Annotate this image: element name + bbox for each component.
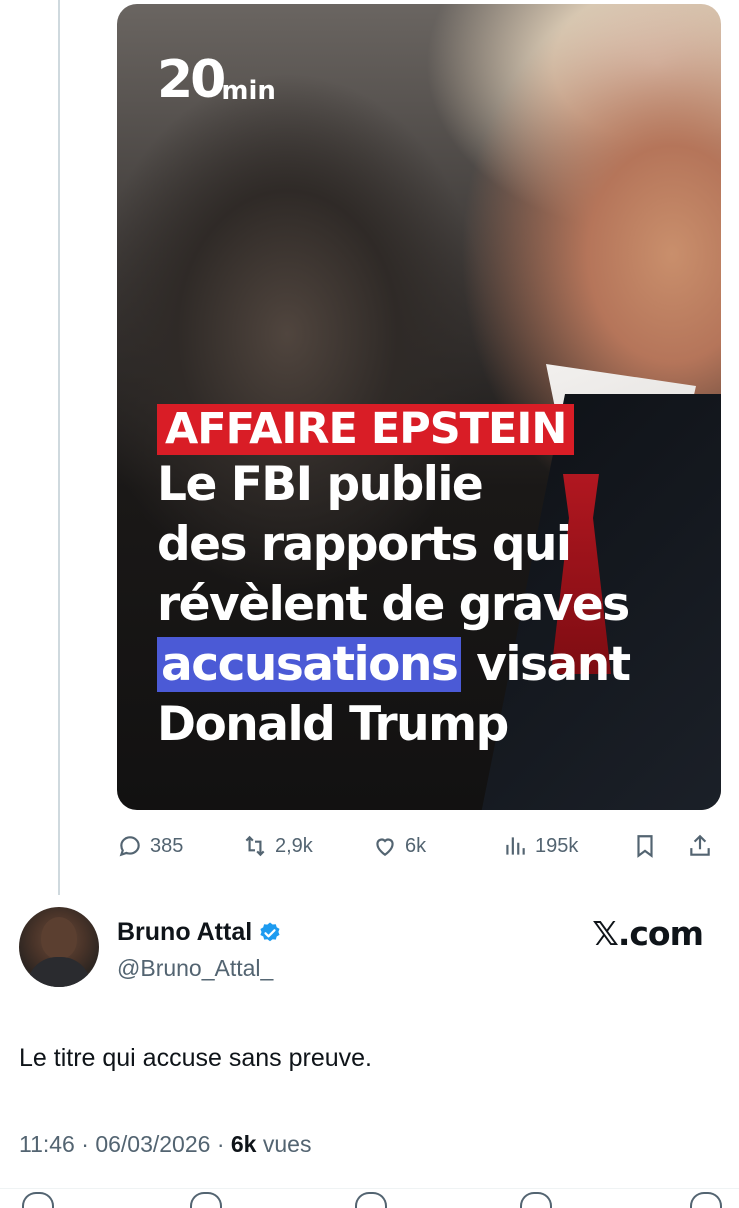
like-button[interactable]: 6k — [372, 826, 426, 866]
views-icon — [506, 837, 525, 855]
verified-icon — [260, 922, 280, 941]
repost-icon-partial[interactable] — [190, 1192, 222, 1208]
logo-number: 20 — [157, 50, 226, 110]
bookmark-icon — [637, 835, 653, 858]
reply-icon — [119, 836, 140, 857]
author-handle[interactable]: @Bruno_Attal_ — [117, 955, 273, 982]
thread-line — [58, 0, 60, 895]
repost-button[interactable]: 2,9k — [242, 826, 313, 866]
author-name-row[interactable]: Bruno Attal — [117, 918, 282, 947]
reply-count: 385 — [150, 834, 184, 857]
views-button[interactable]: 195k — [502, 826, 578, 866]
share-button[interactable] — [687, 826, 713, 866]
logo-unit: min — [221, 76, 276, 106]
bookmark-button[interactable] — [632, 826, 658, 866]
headline-tag: AFFAIRE EPSTEIN — [157, 404, 575, 456]
like-icon-partial[interactable] — [355, 1192, 387, 1208]
tweet-views: 6k — [230, 1131, 257, 1157]
tweet-date[interactable]: 06/03/2026 — [95, 1131, 210, 1158]
tweet-views-label: vues — [262, 1131, 312, 1157]
avatar[interactable] — [19, 907, 99, 987]
headline-line-4: accusations visant — [157, 635, 631, 695]
like-icon — [376, 838, 394, 856]
divider — [0, 1188, 739, 1189]
bookmark-icon-partial[interactable] — [520, 1192, 552, 1208]
highlighted-word: accusations — [157, 637, 462, 693]
tweet-meta: 11:46 · 06/03/2026 · 6k vues — [19, 1131, 311, 1158]
like-count: 6k — [405, 834, 427, 857]
headline-line-4-rest: visant — [461, 637, 631, 693]
headline-line-5: Donald Trump — [157, 697, 509, 753]
publisher-logo: 20 min — [157, 54, 276, 106]
tweet-time[interactable]: 11:46 — [19, 1131, 75, 1158]
action-bar: 385 2,9k 6k 195k — [117, 826, 721, 866]
share-icon-partial[interactable] — [690, 1192, 722, 1208]
tweet-text: Le titre qui accuse sans preuve. — [19, 1044, 372, 1072]
share-icon — [690, 834, 710, 856]
avatar-head — [41, 917, 77, 959]
reply-button[interactable]: 385 — [117, 826, 183, 866]
headline-line-2: des rapports qui — [157, 517, 572, 573]
bottom-action-bar-partial — [0, 1192, 739, 1208]
reply-icon-partial[interactable] — [22, 1192, 54, 1208]
headline-line-3: révèlent de graves — [157, 577, 630, 633]
repost-icon — [245, 835, 265, 857]
views-count: 195k — [535, 834, 579, 857]
x-brand-logo: 𝕏.com — [592, 914, 704, 953]
avatar-body — [27, 957, 91, 987]
repost-count: 2,9k — [275, 834, 313, 857]
media-image[interactable]: 20 min AFFAIRE EPSTEIN Le FBI publie des… — [117, 4, 721, 810]
headline-line-1: Le FBI publie — [157, 457, 484, 513]
meta-separator-2: · — [210, 1131, 231, 1157]
author-name: Bruno Attal — [117, 918, 253, 946]
headline: AFFAIRE EPSTEIN Le FBI publie des rappor… — [157, 404, 631, 755]
meta-separator-1: · — [74, 1131, 96, 1157]
